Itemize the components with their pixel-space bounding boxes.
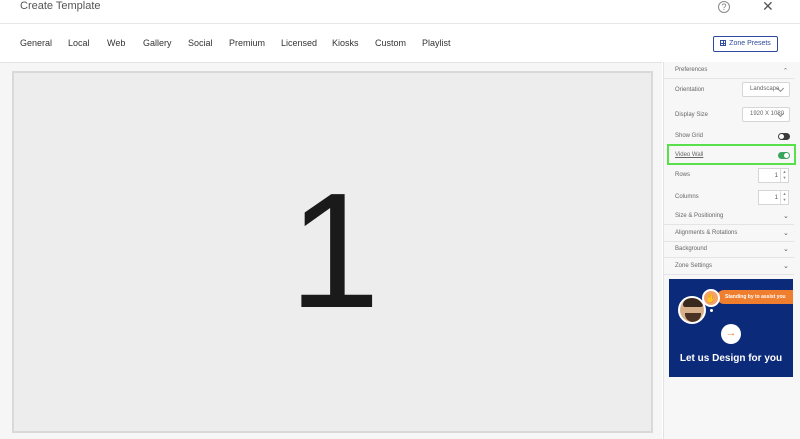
columns-label: Columns <box>675 194 699 200</box>
show-grid-toggle[interactable] <box>778 133 790 140</box>
close-icon[interactable]: ✕ <box>762 0 774 15</box>
columns-stepper[interactable]: 1 ▲ ▼ <box>758 190 789 205</box>
status-dot <box>710 309 713 312</box>
orientation-select[interactable]: Landscape <box>742 82 790 97</box>
rows-label: Rows <box>675 172 691 178</box>
chevron-up-icon: ⌄ <box>783 66 789 72</box>
zone-number: 1 <box>288 159 381 342</box>
orientation-value: Landscape <box>750 86 780 92</box>
tab-general[interactable]: General <box>20 38 52 48</box>
stepper-arrows-icon[interactable]: ▲ ▼ <box>780 169 788 182</box>
assist-bubble: Standing by to assist you <box>717 290 793 304</box>
design-service-banner[interactable]: Standing by to assist you ✋ → Let us Des… <box>669 279 793 377</box>
tab-social[interactable]: Social <box>188 38 213 48</box>
canvas-area: 1 <box>0 62 662 439</box>
section-label: Alignments & Rotations <box>675 230 738 236</box>
grid-icon <box>720 40 727 46</box>
section-label: Zone Settings <box>675 263 713 269</box>
chevron-down-icon: ⌄ <box>783 246 789 253</box>
chevron-down-icon: ⌄ <box>783 263 789 270</box>
toggle-knob <box>784 153 789 158</box>
section-size-positioning[interactable]: Size & Positioning ⌄ <box>664 209 794 225</box>
tab-premium[interactable]: Premium <box>229 38 265 48</box>
columns-value: 1 <box>774 195 778 201</box>
dialog-title: Create Template <box>20 0 101 12</box>
section-label: Background <box>675 246 708 252</box>
hand-wave-icon: ✋ <box>702 289 720 307</box>
section-label: Size & Positioning <box>675 213 724 219</box>
tab-playlist[interactable]: Playlist <box>422 38 451 48</box>
rows-value: 1 <box>774 173 778 179</box>
show-grid-label: Show Grid <box>675 133 704 139</box>
tab-kiosks[interactable]: Kiosks <box>332 38 359 48</box>
toggle-knob <box>779 134 784 139</box>
video-wall-toggle[interactable] <box>778 152 790 159</box>
avatar-beard <box>685 313 701 322</box>
tab-local[interactable]: Local <box>68 38 90 48</box>
chevron-down-icon: ⌄ <box>783 230 789 237</box>
chevron-down-icon: ⌄ <box>783 213 789 220</box>
stepper-arrows-icon[interactable]: ▲ ▼ <box>780 191 788 204</box>
help-icon[interactable]: ? <box>718 1 730 13</box>
avatar-hair <box>683 298 703 307</box>
tab-custom[interactable]: Custom <box>375 38 406 48</box>
section-zone-settings[interactable]: Zone Settings ⌄ <box>664 259 794 275</box>
category-tabs: General Local Web Gallery Social Premium… <box>0 30 800 60</box>
preferences-header[interactable]: Preferences ⌄ <box>664 62 794 79</box>
tab-web[interactable]: Web <box>107 38 125 48</box>
section-background[interactable]: Background ⌄ <box>664 242 794 258</box>
dialog-header: Create Template ? ✕ <box>0 0 800 24</box>
zone-presets-label: Zone Presets <box>729 40 771 47</box>
zone-presets-button[interactable]: Zone Presets <box>713 36 778 52</box>
banner-headline: Let us Design for you <box>679 353 783 364</box>
display-size-label: Display Size <box>675 112 709 118</box>
settings-panel: Preferences ⌄ Orientation Landscape Disp… <box>663 62 800 439</box>
tab-gallery[interactable]: Gallery <box>143 38 172 48</box>
orientation-label: Orientation <box>675 87 705 93</box>
display-size-select[interactable]: 1920 X 1080 <box>742 107 790 122</box>
video-wall-label: Video Wall <box>675 152 704 158</box>
preferences-label: Preferences <box>675 67 708 73</box>
zone-canvas[interactable]: 1 <box>12 71 653 433</box>
rows-stepper[interactable]: 1 ▲ ▼ <box>758 168 789 183</box>
section-alignments-rotations[interactable]: Alignments & Rotations ⌄ <box>664 226 794 242</box>
arrow-right-icon[interactable]: → <box>721 324 741 344</box>
tab-licensed[interactable]: Licensed <box>281 38 317 48</box>
create-template-dialog: Create Template ? ✕ General Local Web Ga… <box>0 0 800 439</box>
